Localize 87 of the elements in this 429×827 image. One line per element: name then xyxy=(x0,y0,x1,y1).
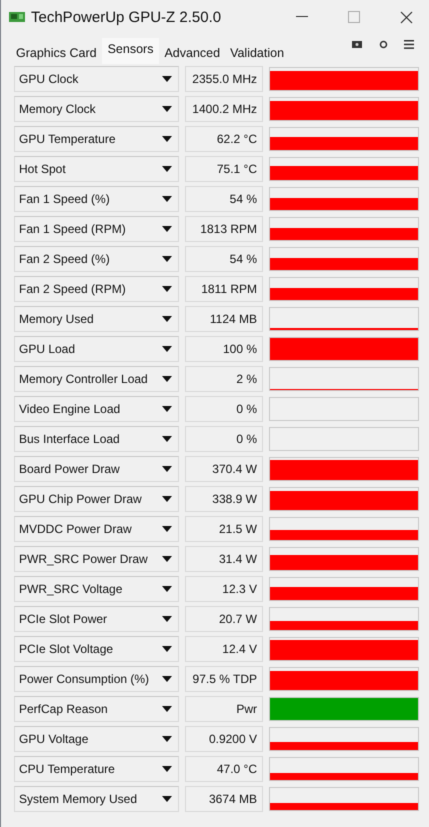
sensor-value: Pwr xyxy=(185,696,263,722)
sensor-value: 2 % xyxy=(185,366,263,392)
caret-icon xyxy=(162,766,172,772)
sensor-value: 1124 MB xyxy=(185,306,263,332)
caret-icon xyxy=(162,376,172,382)
window-title: TechPowerUp GPU-Z 2.50.0 xyxy=(31,8,222,26)
caret-icon xyxy=(162,676,172,682)
caret-icon xyxy=(162,646,172,652)
caret-icon xyxy=(162,136,172,142)
maximize-icon xyxy=(348,11,360,23)
sensor-dropdown[interactable]: GPU Load xyxy=(14,336,179,362)
sensor-dropdown[interactable]: PCIe Slot Voltage xyxy=(14,636,179,662)
sensor-value: 54 % xyxy=(185,186,263,212)
tab[interactable]: Sensors xyxy=(102,38,160,64)
sensor-dropdown[interactable]: Memory Used xyxy=(14,306,179,332)
sensor-value: 21.5 W xyxy=(185,516,263,542)
sensor-value: 31.4 W xyxy=(185,546,263,572)
sensor-dropdown[interactable]: Fan 2 Speed (%) xyxy=(14,246,179,272)
sensor-value: 2355.0 MHz xyxy=(185,66,263,92)
sensor-value: 338.9 W xyxy=(185,486,263,512)
sensor-dropdown[interactable]: PWR_SRC Voltage xyxy=(14,576,179,602)
sensor-dropdown[interactable]: PerfCap Reason xyxy=(14,696,179,722)
sensor-value: 0.9200 V xyxy=(185,726,263,752)
caret-icon xyxy=(162,196,172,202)
caret-icon xyxy=(162,466,172,472)
tab[interactable]: Graphics Card xyxy=(11,42,102,64)
graphics-card-icon xyxy=(9,11,25,23)
caret-icon xyxy=(162,586,172,592)
caret-icon xyxy=(162,76,172,82)
sensor-dropdown[interactable]: System Memory Used xyxy=(14,786,179,812)
sensor-value: 0 % xyxy=(185,426,263,452)
sensor-dropdown[interactable]: GPU Voltage xyxy=(14,726,179,752)
caret-icon xyxy=(162,226,172,232)
sensor-dropdown[interactable]: Hot Spot xyxy=(14,156,179,182)
sensor-dropdown[interactable]: GPU Temperature xyxy=(14,126,179,152)
close-icon xyxy=(400,10,412,24)
caret-icon xyxy=(162,286,172,292)
sensor-dropdown[interactable]: GPU Chip Power Draw xyxy=(14,486,179,512)
camera-icon[interactable] xyxy=(351,38,363,50)
caret-icon xyxy=(162,406,172,412)
sensor-value: 3674 MB xyxy=(185,786,263,812)
sensor-value: 97.5 % TDP xyxy=(185,666,263,692)
sensor-dropdown[interactable]: Power Consumption (%) xyxy=(14,666,179,692)
sensor-dropdown[interactable]: Fan 1 Speed (RPM) xyxy=(14,216,179,242)
sensor-value: 12.3 V xyxy=(185,576,263,602)
sensor-dropdown[interactable]: Bus Interface Load xyxy=(14,426,179,452)
caret-icon xyxy=(162,706,172,712)
caret-icon xyxy=(162,166,172,172)
caret-icon xyxy=(162,616,172,622)
sensor-dropdown[interactable]: Video Engine Load xyxy=(14,396,179,422)
sensor-dropdown[interactable]: Fan 2 Speed (RPM) xyxy=(14,276,179,302)
caret-icon xyxy=(162,106,172,112)
sensor-value: 1400.2 MHz xyxy=(185,96,263,122)
caret-icon xyxy=(162,436,172,442)
sensor-value: 12.4 V xyxy=(185,636,263,662)
sensor-dropdown[interactable]: Memory Clock xyxy=(14,96,179,122)
sensor-value: 100 % xyxy=(185,336,263,362)
tab[interactable]: Validation xyxy=(225,42,290,64)
sensor-dropdown[interactable]: MVDDC Power Draw xyxy=(14,516,179,542)
sensor-value: 1811 RPM xyxy=(185,276,263,302)
sensor-value: 370.4 W xyxy=(185,456,263,482)
sensor-dropdown[interactable]: PWR_SRC Power Draw xyxy=(14,546,179,572)
sensor-dropdown[interactable]: PCIe Slot Power xyxy=(14,606,179,632)
sensor-dropdown[interactable]: CPU Temperature xyxy=(14,756,179,782)
tab[interactable]: Advanced xyxy=(159,42,226,64)
caret-icon xyxy=(162,736,172,742)
refresh-icon[interactable] xyxy=(377,38,389,50)
sensor-value: 0 % xyxy=(185,396,263,422)
caret-icon xyxy=(162,316,172,322)
sensor-dropdown[interactable]: Memory Controller Load xyxy=(14,366,179,392)
caret-icon xyxy=(162,796,172,802)
caret-icon xyxy=(162,526,172,532)
caret-icon xyxy=(162,256,172,262)
caret-icon xyxy=(162,496,172,502)
menu-icon[interactable] xyxy=(403,38,415,50)
caret-icon xyxy=(162,346,172,352)
sensor-dropdown[interactable]: Fan 1 Speed (%) xyxy=(14,186,179,212)
sensor-dropdown[interactable]: GPU Clock xyxy=(14,66,179,92)
sensor-value: 20.7 W xyxy=(185,606,263,632)
sensor-value: 1813 RPM xyxy=(185,216,263,242)
sensor-value: 75.1 °C xyxy=(185,156,263,182)
sensor-dropdown[interactable]: Board Power Draw xyxy=(14,456,179,482)
sensor-value: 47.0 °C xyxy=(185,756,263,782)
caret-icon xyxy=(162,556,172,562)
sensor-value: 54 % xyxy=(185,246,263,272)
sensor-value: 62.2 °C xyxy=(185,126,263,152)
minimize-icon xyxy=(296,16,308,18)
